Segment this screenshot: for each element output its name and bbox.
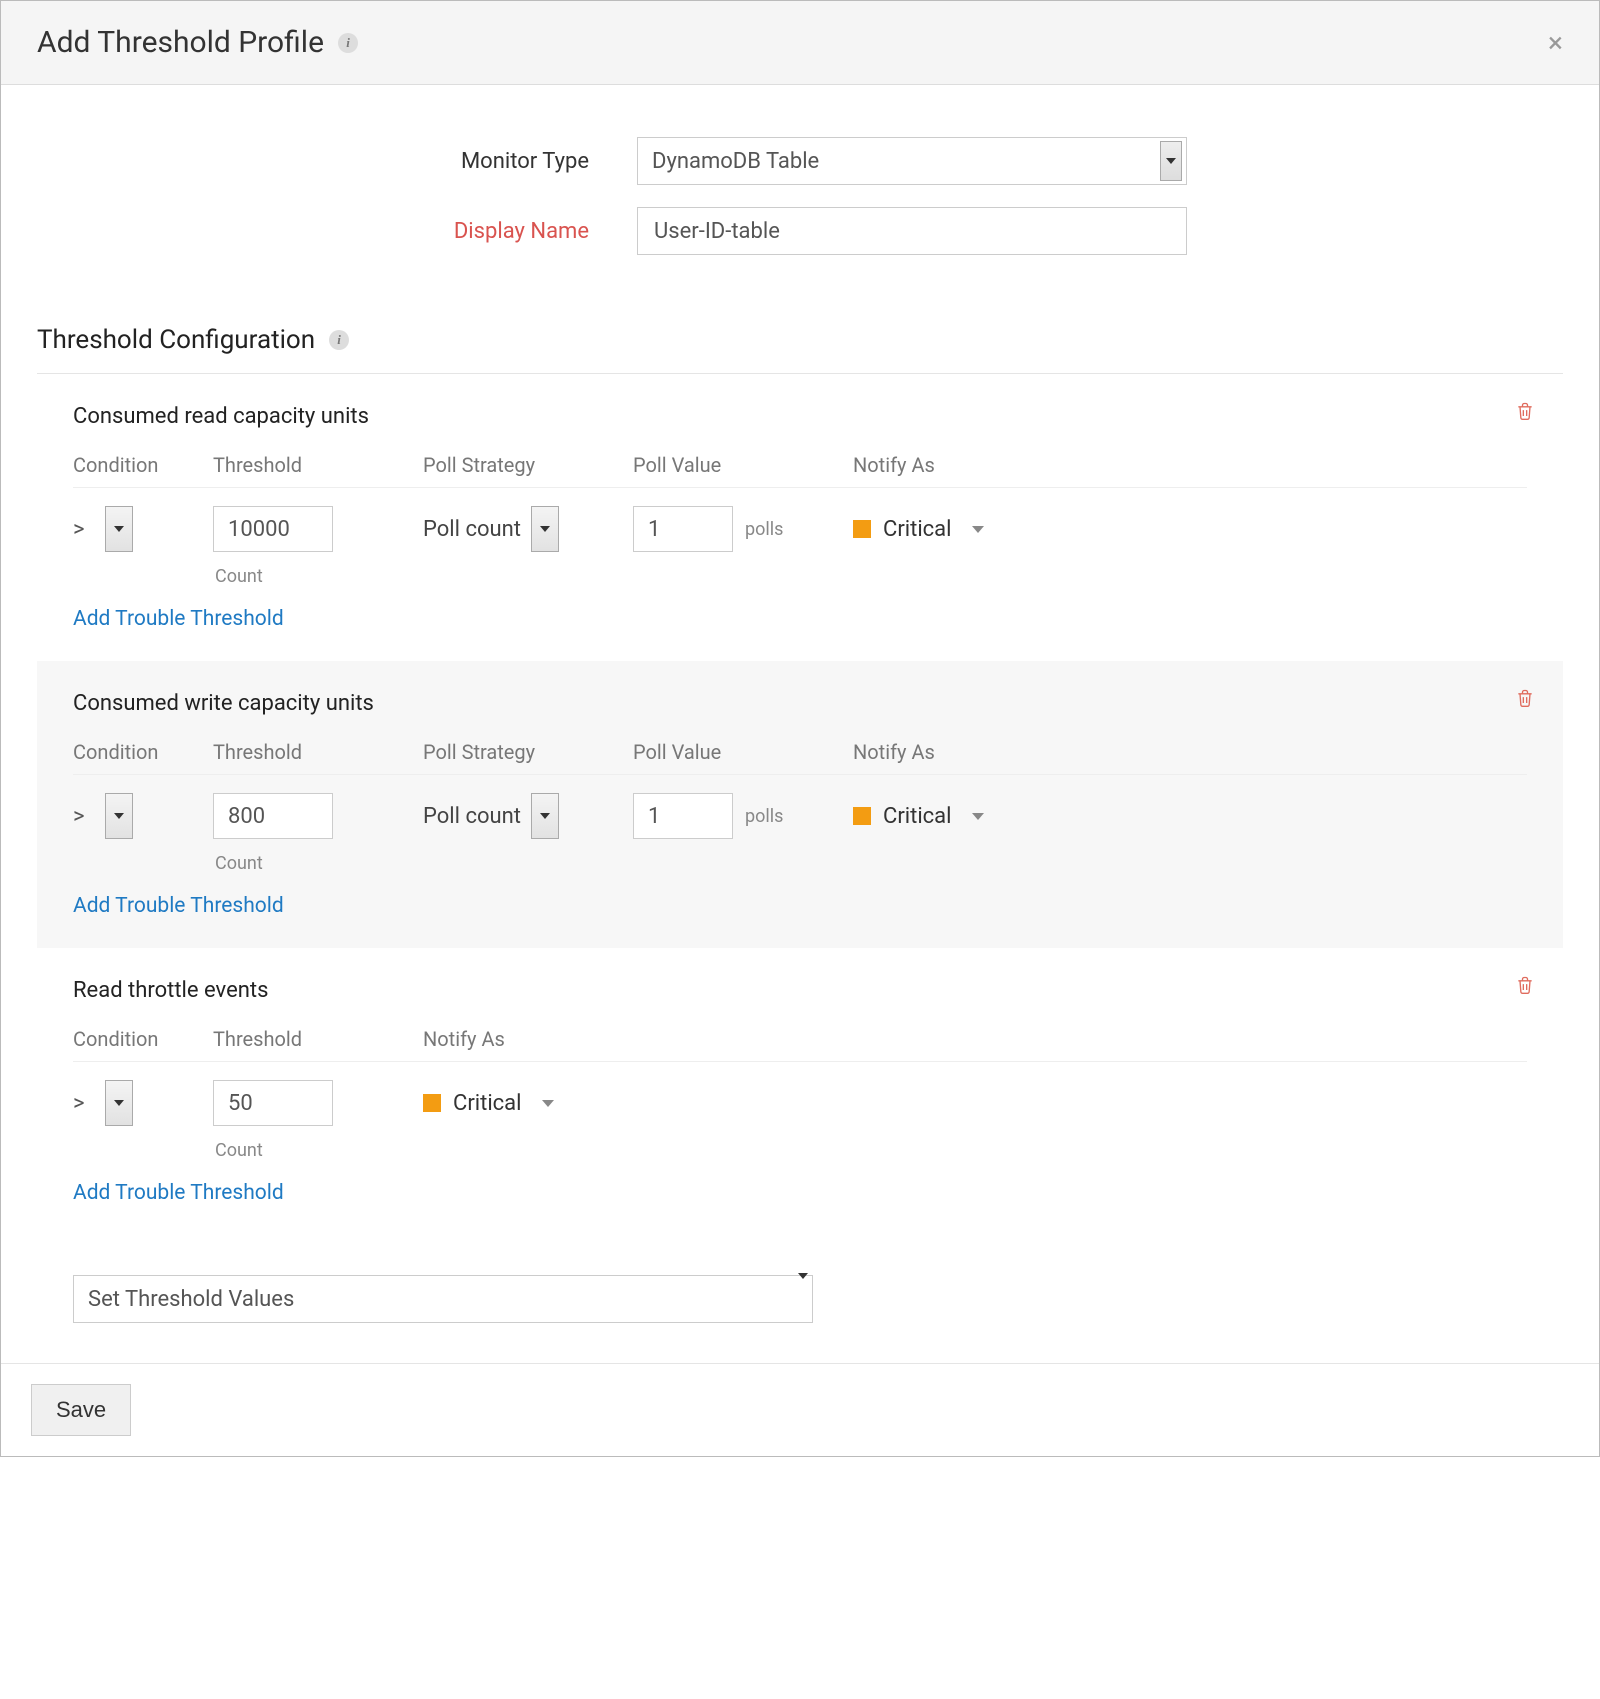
condition-cell: > bbox=[73, 506, 213, 552]
col-notify-as: Notify As bbox=[853, 740, 1073, 764]
col-threshold: Threshold bbox=[213, 453, 423, 477]
display-name-row: Display Name bbox=[37, 207, 1563, 255]
delete-icon[interactable] bbox=[1515, 687, 1535, 713]
table-header: Condition Threshold Poll Strategy Poll V… bbox=[73, 443, 1527, 488]
col-threshold: Threshold bbox=[213, 1027, 423, 1051]
monitor-type-label: Monitor Type bbox=[37, 149, 637, 174]
section-title: Threshold Configuration bbox=[37, 325, 315, 355]
col-poll-strategy: Poll Strategy bbox=[423, 740, 633, 764]
severity-swatch bbox=[853, 520, 871, 538]
monitor-type-select[interactable]: DynamoDB Table bbox=[637, 137, 1187, 185]
set-threshold-values-select[interactable]: Set Threshold Values bbox=[73, 1275, 813, 1323]
save-button[interactable]: Save bbox=[31, 1384, 131, 1436]
severity-swatch bbox=[853, 807, 871, 825]
col-poll-value: Poll Value bbox=[633, 740, 853, 764]
col-notify-as: Notify As bbox=[853, 453, 1073, 477]
notify-value: Critical bbox=[453, 1091, 522, 1116]
col-poll-value: Poll Value bbox=[633, 453, 853, 477]
notify-cell[interactable]: Critical bbox=[853, 517, 1073, 542]
threshold-unit: Count bbox=[213, 853, 423, 874]
polls-label: polls bbox=[745, 519, 783, 540]
table-header: Condition Threshold Poll Strategy Poll V… bbox=[73, 730, 1527, 775]
poll-strategy-cell: Poll count bbox=[423, 506, 633, 552]
add-trouble-threshold-link[interactable]: Add Trouble Threshold bbox=[73, 607, 1527, 631]
col-poll-strategy: Poll Strategy bbox=[423, 453, 633, 477]
condition-select[interactable] bbox=[105, 506, 133, 552]
severity-swatch bbox=[423, 1094, 441, 1112]
chevron-down-icon bbox=[798, 1279, 808, 1319]
display-name-field[interactable] bbox=[652, 218, 1172, 245]
monitor-type-row: Monitor Type DynamoDB Table bbox=[37, 137, 1563, 185]
section-header: Threshold Configuration i bbox=[37, 325, 1563, 374]
info-icon[interactable]: i bbox=[338, 33, 358, 53]
notify-cell[interactable]: Critical bbox=[423, 1091, 643, 1116]
poll-strategy-select[interactable] bbox=[531, 506, 559, 552]
add-trouble-threshold-link[interactable]: Add Trouble Threshold bbox=[73, 1181, 1527, 1205]
threshold-input[interactable] bbox=[213, 793, 333, 839]
poll-strategy-cell: Poll count bbox=[423, 793, 633, 839]
poll-value-field[interactable] bbox=[646, 803, 720, 830]
info-icon[interactable]: i bbox=[329, 330, 349, 350]
poll-strategy-select[interactable] bbox=[531, 793, 559, 839]
notify-cell[interactable]: Critical bbox=[853, 804, 1073, 829]
monitor-type-value: DynamoDB Table bbox=[652, 149, 819, 174]
condition-value: > bbox=[73, 1091, 85, 1116]
add-trouble-threshold-link[interactable]: Add Trouble Threshold bbox=[73, 894, 1527, 918]
close-icon[interactable]: × bbox=[1548, 26, 1563, 59]
poll-value-input[interactable] bbox=[633, 793, 733, 839]
display-name-input[interactable] bbox=[637, 207, 1187, 255]
display-name-label: Display Name bbox=[37, 219, 637, 244]
threshold-field[interactable] bbox=[226, 516, 320, 543]
threshold-field[interactable] bbox=[226, 803, 320, 830]
dialog-title: Add Threshold Profile bbox=[37, 25, 324, 60]
condition-cell: > bbox=[73, 793, 213, 839]
chevron-down-icon[interactable] bbox=[542, 1100, 554, 1107]
set-threshold-values-label: Set Threshold Values bbox=[88, 1287, 294, 1312]
condition-select[interactable] bbox=[105, 793, 133, 839]
chevron-down-icon[interactable] bbox=[972, 526, 984, 533]
polls-label: polls bbox=[745, 806, 783, 827]
poll-strategy-value: Poll count bbox=[423, 804, 521, 829]
block-title: Consumed write capacity units bbox=[73, 691, 1527, 716]
threshold-block-write-capacity: Consumed write capacity units Condition … bbox=[37, 661, 1563, 948]
col-condition: Condition bbox=[73, 740, 213, 764]
poll-strategy-value: Poll count bbox=[423, 517, 521, 542]
dialog-footer: Save bbox=[1, 1363, 1599, 1456]
threshold-field[interactable] bbox=[226, 1090, 320, 1117]
condition-value: > bbox=[73, 517, 85, 542]
condition-select[interactable] bbox=[105, 1080, 133, 1126]
poll-value-field[interactable] bbox=[646, 516, 720, 543]
col-notify-as: Notify As bbox=[423, 1027, 603, 1051]
threshold-block-read-throttle: Read throttle events Condition Threshold… bbox=[37, 948, 1563, 1235]
condition-cell: > bbox=[73, 1080, 213, 1126]
table-header: Condition Threshold Notify As bbox=[73, 1017, 1527, 1062]
notify-value: Critical bbox=[883, 517, 952, 542]
threshold-profile-dialog: Add Threshold Profile i × Monitor Type D… bbox=[0, 0, 1600, 1457]
chevron-down-icon bbox=[1160, 141, 1182, 181]
dialog-body: Monitor Type DynamoDB Table Display Name… bbox=[1, 85, 1599, 1363]
table-row: > Critical bbox=[73, 1062, 1527, 1132]
threshold-unit: Count bbox=[213, 1140, 423, 1161]
notify-value: Critical bbox=[883, 804, 952, 829]
threshold-block-read-capacity: Consumed read capacity units Condition T… bbox=[37, 374, 1563, 661]
col-condition: Condition bbox=[73, 1027, 213, 1051]
threshold-input[interactable] bbox=[213, 1080, 333, 1126]
chevron-down-icon[interactable] bbox=[972, 813, 984, 820]
dialog-header: Add Threshold Profile i × bbox=[1, 1, 1599, 85]
condition-value: > bbox=[73, 804, 85, 829]
threshold-input[interactable] bbox=[213, 506, 333, 552]
table-row: > Poll count polls bbox=[73, 775, 1527, 845]
delete-icon[interactable] bbox=[1515, 400, 1535, 426]
block-title: Read throttle events bbox=[73, 978, 1527, 1003]
col-threshold: Threshold bbox=[213, 740, 423, 764]
threshold-unit: Count bbox=[213, 566, 423, 587]
table-row: > Poll count polls bbox=[73, 488, 1527, 558]
poll-value-input[interactable] bbox=[633, 506, 733, 552]
col-condition: Condition bbox=[73, 453, 213, 477]
delete-icon[interactable] bbox=[1515, 974, 1535, 1000]
block-title: Consumed read capacity units bbox=[73, 404, 1527, 429]
